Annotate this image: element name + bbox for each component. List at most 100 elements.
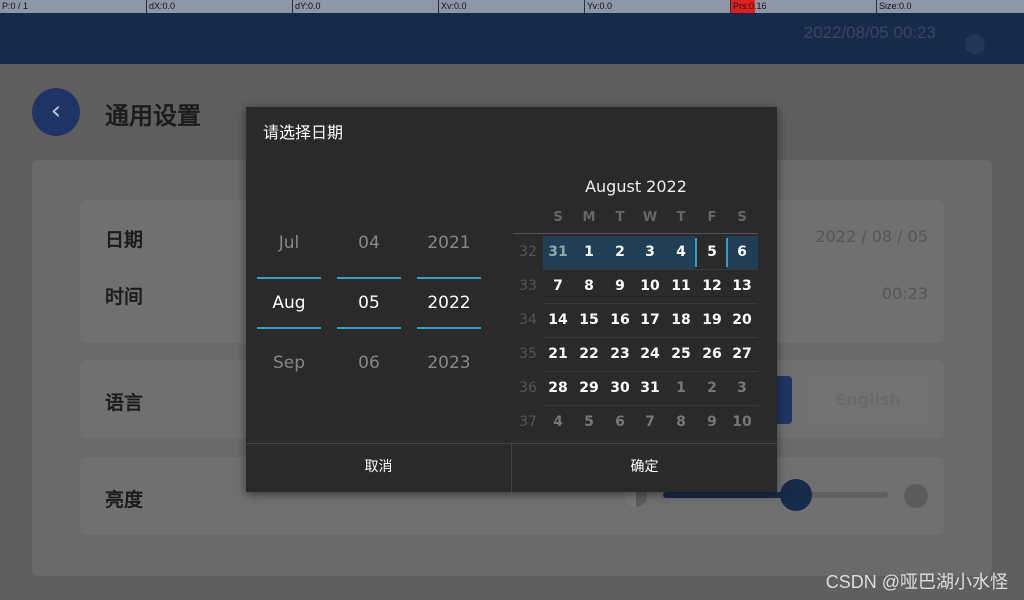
calendar-day[interactable]: 9	[605, 278, 635, 294]
calendar-day[interactable]: 21	[543, 346, 573, 362]
chevron-left-icon: ‹	[50, 96, 62, 126]
month-picker-item[interactable]: Aug	[257, 293, 321, 313]
cancel-button[interactable]: 取消	[246, 443, 511, 492]
weekday-label: F	[707, 210, 717, 225]
calendar-day[interactable]: 2	[605, 244, 635, 260]
weekday-label: T	[676, 210, 686, 225]
calendar-day[interactable]: 12	[697, 278, 727, 294]
calendar-day[interactable]: 13	[727, 278, 757, 294]
calendar-day[interactable]: 8	[666, 414, 696, 430]
calendar-title: August 2022	[585, 177, 687, 196]
dialog-title: 请选择日期	[263, 123, 344, 142]
calendar-day[interactable]: 5	[697, 244, 727, 260]
calendar-day[interactable]: 2	[697, 380, 727, 396]
divider	[543, 371, 758, 372]
week-number: 34	[519, 312, 537, 328]
divider	[543, 303, 758, 304]
day-picker-item[interactable]: 05	[337, 293, 401, 313]
picker-selection-line	[337, 327, 401, 329]
brightness-high-icon	[904, 484, 928, 508]
week-number: 35	[519, 346, 537, 362]
divider	[513, 233, 758, 234]
calendar-day[interactable]: 31	[543, 244, 573, 260]
debug-field: Size:0.0	[876, 0, 1022, 13]
calendar-day[interactable]: 8	[574, 278, 604, 294]
week-number: 36	[519, 380, 537, 396]
calendar-day[interactable]: 10	[635, 278, 665, 294]
calendar-day[interactable]: 6	[727, 244, 757, 260]
back-button[interactable]: ‹	[32, 88, 80, 136]
calendar-day[interactable]: 24	[635, 346, 665, 362]
brightness-slider-fill	[663, 492, 796, 498]
brightness-label: 亮度	[105, 489, 144, 511]
calendar-day[interactable]: 19	[697, 312, 727, 328]
calendar-day[interactable]: 11	[666, 278, 696, 294]
calendar-day[interactable]: 9	[697, 414, 727, 430]
debug-bar: P:0 / 1 dX:0.0 dY:0.0 Xv:0.0 Yv:0.0 Prs:0.16 S…	[0, 0, 1024, 13]
header: 2022/08/05 00:23 ⬢	[0, 13, 1024, 64]
calendar-day[interactable]: 27	[727, 346, 757, 362]
calendar-day[interactable]: 5	[574, 414, 604, 430]
calendar-day[interactable]: 25	[666, 346, 696, 362]
calendar-day[interactable]: 10	[727, 414, 757, 430]
day-picker-item[interactable]: 04	[337, 233, 401, 253]
debug-field: P:0 / 1	[2, 1, 29, 11]
weekday-label: T	[615, 210, 625, 225]
picker-selection-line	[337, 277, 401, 279]
calendar-day[interactable]: 16	[605, 312, 635, 328]
debug-field: Yv:0.0	[584, 0, 730, 13]
calendar-day[interactable]: 22	[574, 346, 604, 362]
year-picker-item[interactable]: 2021	[417, 233, 481, 253]
calendar-day[interactable]: 6	[605, 414, 635, 430]
calendar-day[interactable]: 20	[727, 312, 757, 328]
calendar-day[interactable]: 17	[635, 312, 665, 328]
date-picker-dialog: 请选择日期 Jul Aug Sep 04 05 06 2021 2022 2023 August…	[246, 107, 777, 492]
brightness-slider-thumb[interactable]	[779, 479, 812, 511]
calendar-day[interactable]: 28	[543, 380, 573, 396]
time-label: 时间	[105, 286, 144, 308]
month-picker-item[interactable]: Sep	[257, 353, 321, 373]
debug-field: dX:0.0	[146, 0, 292, 13]
calendar-day[interactable]: 18	[666, 312, 696, 328]
week-number: 32	[519, 244, 537, 260]
calendar-day[interactable]: 14	[543, 312, 573, 328]
year-picker-item[interactable]: 2022	[417, 293, 481, 313]
gear-icon[interactable]: ⬢	[962, 32, 988, 59]
debug-field: Xv:0.0	[438, 0, 584, 13]
calendar-day[interactable]: 15	[574, 312, 604, 328]
calendar-day[interactable]: 4	[543, 414, 573, 430]
language-label: 语言	[105, 392, 144, 414]
calendar-day[interactable]: 1	[666, 380, 696, 396]
divider	[543, 337, 758, 338]
calendar-day[interactable]: 26	[697, 346, 727, 362]
calendar-day[interactable]: 29	[574, 380, 604, 396]
calendar-day[interactable]: 30	[605, 380, 635, 396]
year-picker-item[interactable]: 2023	[417, 353, 481, 373]
month-picker-item[interactable]: Jul	[257, 233, 321, 253]
date-value[interactable]: 2022 / 08 / 05	[815, 227, 928, 246]
calendar-day[interactable]: 3	[727, 380, 757, 396]
calendar-day[interactable]: 31	[635, 380, 665, 396]
debug-field: Prs:0.16	[730, 0, 876, 13]
weekday-label: S	[553, 210, 563, 225]
watermark: CSDN @哑巴湖小水怪	[825, 572, 1008, 592]
week-number: 37	[519, 414, 537, 430]
calendar-day[interactable]: 4	[666, 244, 696, 260]
calendar-day[interactable]: 7	[635, 414, 665, 430]
time-value[interactable]: 00:23	[882, 284, 928, 303]
weekday-label: W	[642, 210, 658, 225]
calendar-day[interactable]: 23	[605, 346, 635, 362]
picker-selection-line	[257, 277, 321, 279]
calendar-day[interactable]: 7	[543, 278, 573, 294]
language-option-english[interactable]: English	[808, 376, 928, 424]
brightness-slider[interactable]	[663, 479, 888, 511]
calendar-day[interactable]: 3	[635, 244, 665, 260]
calendar-day[interactable]: 1	[574, 244, 604, 260]
date-label: 日期	[105, 229, 144, 251]
ok-button[interactable]: 确定	[512, 443, 777, 492]
header-datetime: 2022/08/05 00:23	[803, 23, 936, 42]
day-picker-item[interactable]: 06	[337, 353, 401, 373]
page-title: 通用设置	[105, 102, 201, 130]
weekday-label: M	[582, 210, 596, 225]
week-number: 33	[519, 278, 537, 294]
